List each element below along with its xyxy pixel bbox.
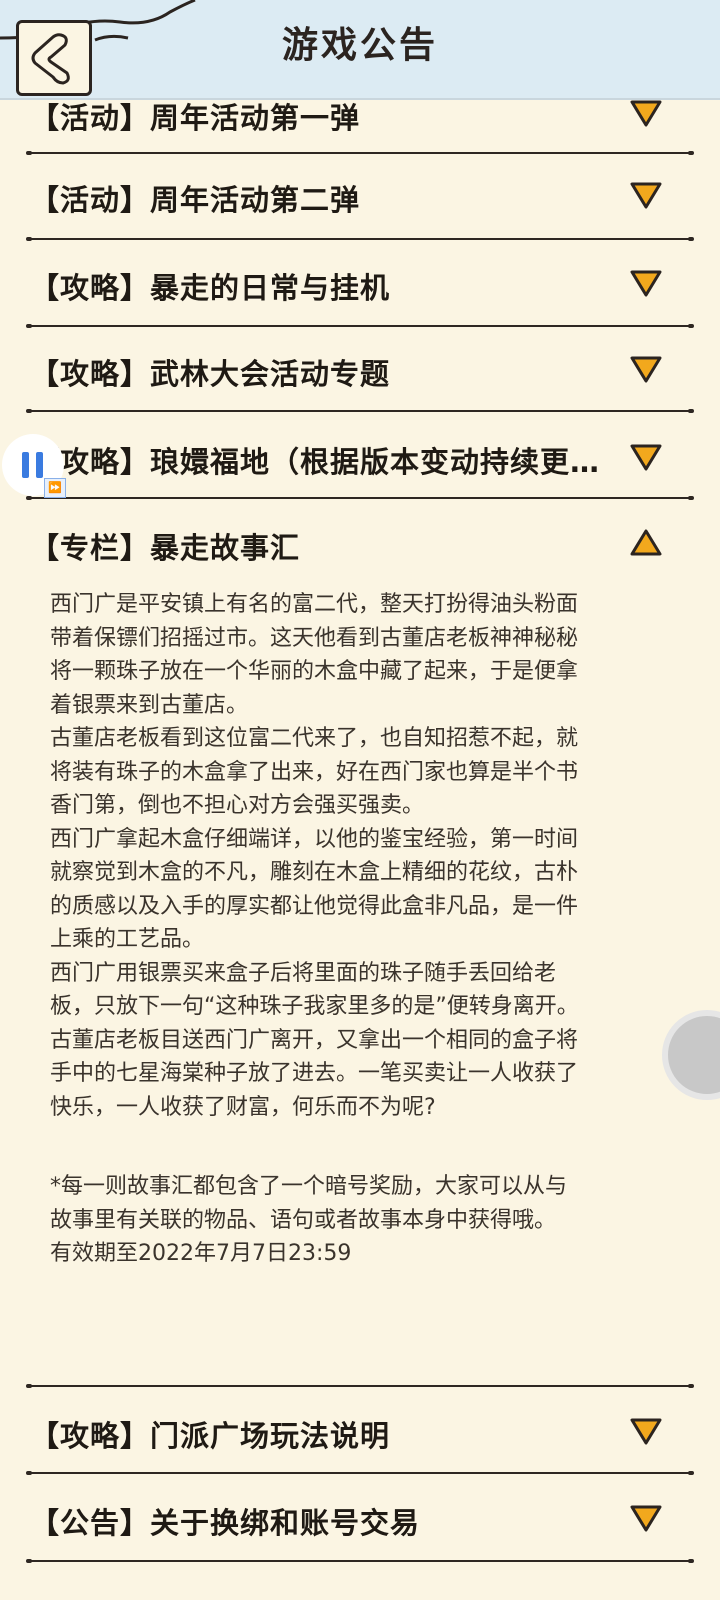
chevron-down-icon bbox=[630, 356, 662, 383]
list-item[interactable]: 【攻略】门派广场玩法说明 bbox=[0, 1390, 720, 1478]
story-line: 上乘的工艺品。 bbox=[50, 927, 205, 952]
page-title: 游戏公告 bbox=[281, 25, 438, 66]
story-line: 古董店老板目送西门广离开，又拿出一个相同的盒子将 bbox=[50, 1027, 579, 1053]
pause-icon bbox=[22, 452, 29, 478]
divider bbox=[26, 496, 694, 500]
list-item-label: 【攻略】门派广场玩法说明 bbox=[30, 1419, 391, 1453]
reward-note-line: *每一则故事汇都包含了一个暗号奖励，大家可以从与 bbox=[50, 1174, 568, 1199]
list-item[interactable]: 【攻略】琅嬛福地（根据版本变动持续更… bbox=[0, 416, 720, 504]
list-item-label: 【活动】周年活动第二弹 bbox=[30, 183, 361, 217]
list-item-label: 【专栏】暴走故事汇 bbox=[30, 531, 301, 565]
list-item[interactable]: 【公告】关于换绑和账号交易 bbox=[0, 1477, 720, 1565]
story-line: 手中的七星海棠种子放了进去。一笔买卖让一人收获了 bbox=[50, 1061, 579, 1086]
list-item-label: 【活动】周年活动第一弹 bbox=[30, 101, 361, 135]
divider bbox=[26, 237, 694, 241]
list-item-label: 【公告】关于换绑和账号交易 bbox=[30, 1506, 421, 1540]
chevron-down-icon bbox=[630, 1418, 662, 1445]
story-content: 西门广是平安镇上有名的富二代，整天打扮得油头粉面 带着保镖们招摇过市。这天他看到… bbox=[50, 588, 675, 1271]
story-line: 西门广是平安镇上有名的富二代，整天打扮得油头粉面 bbox=[50, 592, 579, 617]
story-line: 着银票来到古董店。 bbox=[50, 692, 249, 718]
divider bbox=[26, 409, 694, 413]
story-line: 西门广拿起木盒仔细端详，以他的鉴宝经验，第一时间 bbox=[50, 826, 579, 852]
story-line: 快乐，一人收获了财富，何乐而不为呢? bbox=[50, 1094, 436, 1120]
divider bbox=[26, 1384, 694, 1388]
story-line: 将装有珠子的木盒拿了出来，好在西门家也算是半个书 bbox=[50, 759, 579, 785]
list-item[interactable]: 【攻略】暴走的日常与挂机 bbox=[0, 242, 720, 330]
chevron-up-icon bbox=[630, 529, 662, 556]
list-item-label: 【攻略】琅嬛福地（根据版本变动持续更… bbox=[30, 445, 601, 479]
story-line: 就察觉到木盒的不凡，雕刻在木盒上精细的花纹，古朴 bbox=[50, 860, 579, 885]
list-item-expanded[interactable]: 【专栏】暴走故事汇 bbox=[0, 502, 720, 590]
story-line: 将一颗珠子放在一个华丽的木盒中藏了起来，于是便拿 bbox=[50, 659, 579, 684]
pause-icon-bar bbox=[36, 452, 43, 478]
divider bbox=[26, 1559, 694, 1563]
story-line: 古董店老板看到这位富二代来了，也自知招惹不起，就 bbox=[50, 726, 579, 751]
chevron-down-icon bbox=[630, 270, 662, 297]
list-item-label: 【攻略】暴走的日常与挂机 bbox=[30, 271, 391, 305]
list-item[interactable]: 【攻略】武林大会活动专题 bbox=[0, 328, 720, 416]
divider bbox=[26, 1471, 694, 1475]
list-item[interactable]: 【活动】周年活动第二弹 bbox=[0, 154, 720, 242]
list-item-label: 【攻略】武林大会活动专题 bbox=[30, 357, 391, 391]
chevron-down-icon bbox=[630, 100, 662, 127]
expiry-text: 有效期至2022年7月7日23:59 bbox=[50, 1241, 352, 1266]
story-line: 板，只放下一句“这种珠子我家里多的是”便转身离开。 bbox=[50, 994, 579, 1019]
story-line: 香门第，倒也不担心对方会强买强卖。 bbox=[50, 793, 425, 818]
chevron-down-icon bbox=[630, 444, 662, 471]
fast-forward-icon[interactable]: ⏩ bbox=[44, 478, 66, 498]
chevron-down-icon bbox=[630, 182, 662, 209]
story-line: 的质感以及入手的厚实都让他觉得此盒非凡品，是一件 bbox=[50, 893, 579, 919]
header-bar: 游戏公告 bbox=[0, 0, 720, 100]
story-line: 西门广用银票买来盒子后将里面的珠子随手丢回给老 bbox=[50, 960, 557, 986]
divider bbox=[26, 324, 694, 328]
story-line: 带着保镖们招摇过市。这天他看到古董店老板神神秘秘 bbox=[50, 625, 579, 651]
chevron-down-icon bbox=[630, 1505, 662, 1532]
reward-note-line: 故事里有关联的物品、语句或者故事本身中获得哦。 bbox=[50, 1207, 557, 1233]
